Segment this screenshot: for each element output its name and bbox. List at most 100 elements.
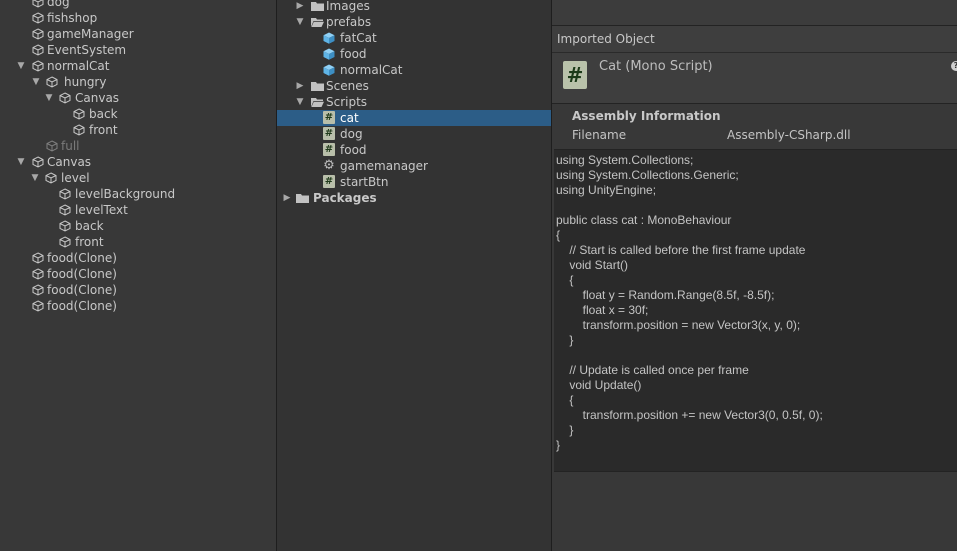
- collapse-arrow-icon[interactable]: ▶: [282, 190, 292, 206]
- hierarchy-item[interactable]: ▼ normalCat: [0, 58, 276, 74]
- hierarchy-item[interactable]: front: [0, 122, 276, 138]
- code-line: float x = 30f;: [556, 303, 649, 317]
- hierarchy-item-label: EventSystem: [47, 43, 127, 57]
- collapse-arrow-icon[interactable]: ▶: [295, 0, 305, 14]
- gameobject-icon: [59, 204, 71, 216]
- prefab-icon: [323, 32, 335, 44]
- hierarchy-item-label: Canvas: [75, 91, 120, 105]
- hierarchy-item[interactable]: full: [0, 138, 276, 154]
- csharp-script-icon: #: [323, 127, 335, 140]
- expand-arrow-icon[interactable]: ▼: [44, 90, 54, 106]
- gameobject-icon: [45, 172, 57, 184]
- project-item-script[interactable]: # startBtn: [277, 174, 551, 190]
- assembly-title: Assembly Information: [572, 109, 721, 123]
- project-item-label: food: [340, 47, 367, 61]
- project-folder-prefabs[interactable]: ▼ prefabs: [277, 14, 551, 30]
- hierarchy-item[interactable]: food(Clone): [0, 266, 276, 282]
- code-line: using UnityEngine;: [556, 183, 657, 197]
- hierarchy-item[interactable]: levelText: [0, 202, 276, 218]
- code-line: public class cat : MonoBehaviour: [556, 213, 732, 227]
- hierarchy-item[interactable]: ▼ level: [0, 170, 276, 186]
- code-line: }: [556, 423, 574, 437]
- project-item-script[interactable]: # dog: [277, 126, 551, 142]
- gameobject-icon: [32, 44, 44, 56]
- gameobject-icon: [32, 60, 44, 72]
- project-item-prefab[interactable]: food: [277, 46, 551, 62]
- code-line: using System.Collections.Generic;: [556, 168, 739, 182]
- gameobject-icon: [73, 108, 85, 120]
- hierarchy-item[interactable]: levelBackground: [0, 186, 276, 202]
- project-panel: ▶ Images ▼ prefabs fatCat food normalCat…: [277, 0, 551, 551]
- hierarchy-item-label: level: [61, 171, 90, 185]
- code-line: }: [556, 333, 574, 347]
- code-line: {: [556, 273, 574, 287]
- open-folder-icon: [311, 18, 324, 27]
- project-item-prefab[interactable]: fatCat: [277, 30, 551, 46]
- hierarchy-item[interactable]: gameManager: [0, 26, 276, 42]
- gameobject-icon: [32, 268, 44, 280]
- hierarchy-item[interactable]: food(Clone): [0, 250, 276, 266]
- hierarchy-item[interactable]: back: [0, 218, 276, 234]
- hierarchy-item-label: back: [75, 219, 104, 233]
- csharp-script-icon: #: [323, 111, 335, 124]
- hierarchy-item[interactable]: food(Clone): [0, 298, 276, 314]
- prefab-icon: [323, 48, 335, 60]
- code-line: void Update(): [556, 378, 642, 392]
- hierarchy-item-label: back: [89, 107, 118, 121]
- expand-arrow-icon[interactable]: ▼: [30, 170, 40, 186]
- code-line: using System.Collections;: [556, 153, 694, 167]
- script-preview[interactable]: using System.Collections; using System.C…: [554, 149, 957, 472]
- inspector-toolbar: [552, 0, 957, 26]
- hierarchy-item[interactable]: ▼ Canvas: [0, 154, 276, 170]
- expand-arrow-icon[interactable]: ▼: [295, 94, 305, 110]
- hierarchy-item[interactable]: back: [0, 106, 276, 122]
- project-item-prefab[interactable]: normalCat: [277, 62, 551, 78]
- expand-arrow-icon[interactable]: ▼: [16, 154, 26, 170]
- project-item-script-selected[interactable]: # cat: [277, 110, 551, 126]
- hierarchy-item-label: levelBackground: [75, 187, 176, 201]
- expand-arrow-icon[interactable]: ▼: [31, 74, 41, 90]
- gameobject-icon: [73, 124, 85, 136]
- hierarchy-item-label: hungry: [64, 75, 107, 89]
- hierarchy-item-label: full: [61, 139, 80, 153]
- hierarchy-item-label: front: [75, 235, 104, 249]
- hierarchy-item[interactable]: fishshop: [0, 10, 276, 26]
- hierarchy-item[interactable]: ▼ hungry: [0, 74, 276, 90]
- project-item-script[interactable]: ⚙ gamemanager: [277, 158, 551, 174]
- project-item-script[interactable]: # food: [277, 142, 551, 158]
- gameobject-icon: [32, 300, 44, 312]
- hierarchy-item-label: food(Clone): [47, 267, 117, 281]
- expand-arrow-icon[interactable]: ▼: [295, 14, 305, 30]
- code-line: {: [556, 228, 561, 242]
- folder-icon: [311, 2, 324, 11]
- hierarchy-panel: dog fishshop gameManager EventSystem ▼ n…: [0, 0, 276, 551]
- gameobject-icon: [46, 140, 58, 152]
- inspector-panel: Imported Object # Cat (Mono Script) ? As…: [552, 0, 957, 551]
- project-folder-scenes[interactable]: ▶ Scenes: [277, 78, 551, 94]
- collapse-arrow-icon[interactable]: ▶: [295, 78, 305, 94]
- project-item-label: food: [340, 143, 367, 157]
- inspector-title: Imported Object: [557, 32, 655, 46]
- hierarchy-item-label: food(Clone): [47, 299, 117, 313]
- code-line: void Start(): [556, 258, 629, 272]
- unity-editor: dog fishshop gameManager EventSystem ▼ n…: [0, 0, 957, 551]
- hierarchy-item-label: Canvas: [47, 155, 92, 169]
- project-folder-packages[interactable]: ▶ Packages: [277, 190, 551, 206]
- hierarchy-item[interactable]: food(Clone): [0, 282, 276, 298]
- hierarchy-item-label: fishshop: [47, 11, 98, 25]
- project-folder-images[interactable]: ▶ Images: [277, 0, 551, 14]
- csharp-script-icon: #: [323, 175, 335, 188]
- project-item-label: fatCat: [340, 31, 377, 45]
- expand-arrow-icon[interactable]: ▼: [16, 58, 26, 74]
- project-item-label: normalCat: [340, 63, 403, 77]
- project-item-label: dog: [340, 127, 363, 141]
- help-icon[interactable]: ?: [951, 61, 957, 71]
- hierarchy-item[interactable]: dog: [0, 0, 276, 10]
- project-folder-scripts[interactable]: ▼ Scripts: [277, 94, 551, 110]
- csharp-script-icon: #: [563, 61, 587, 89]
- gameobject-icon: [59, 92, 71, 104]
- hierarchy-item[interactable]: front: [0, 234, 276, 250]
- hierarchy-item[interactable]: EventSystem: [0, 42, 276, 58]
- hierarchy-item[interactable]: ▼ Canvas: [0, 90, 276, 106]
- open-folder-icon: [311, 98, 324, 107]
